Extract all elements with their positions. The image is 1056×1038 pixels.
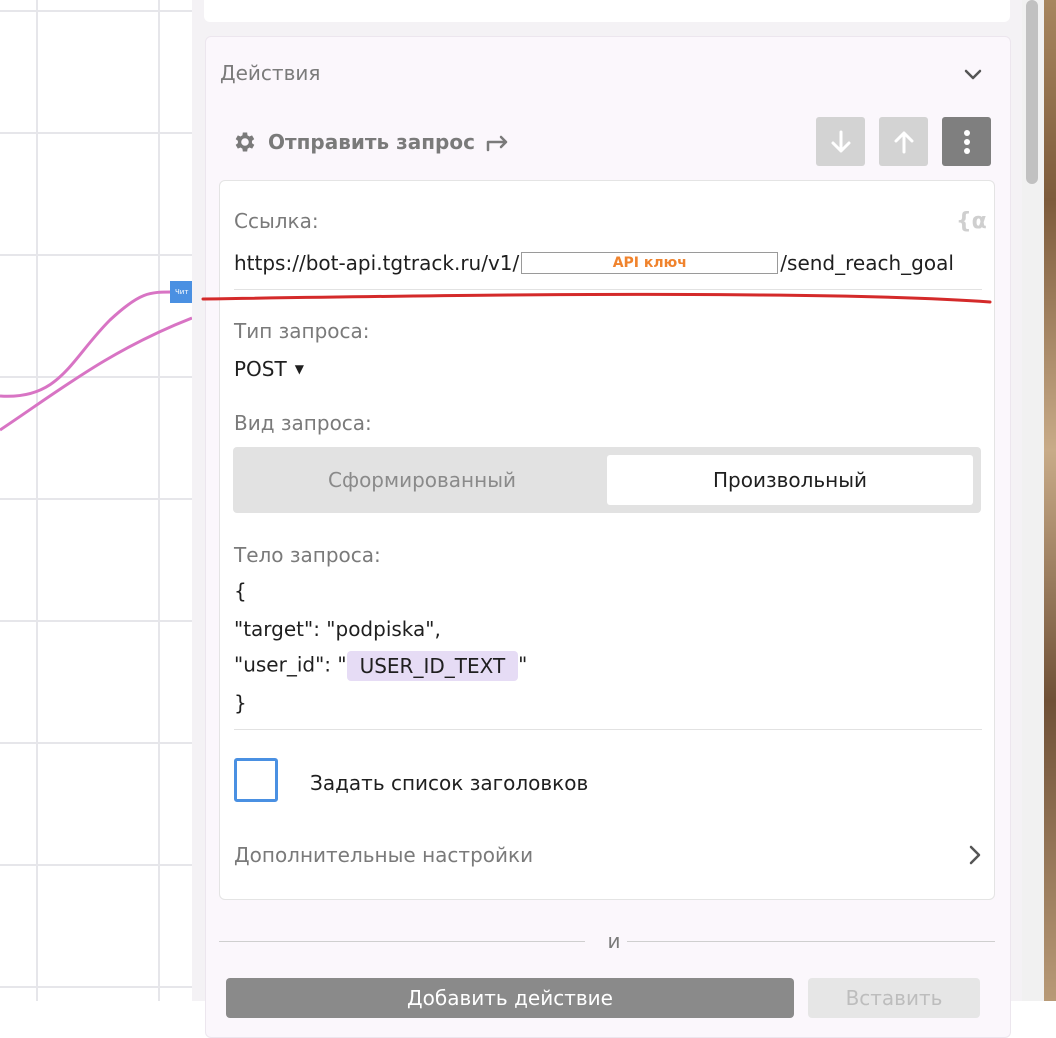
gear-icon[interactable] [232,129,258,155]
add-action-button[interactable]: Добавить действие [226,978,794,1018]
flow-node-chip[interactable]: Чит [170,281,192,303]
annotation-red-underline [201,292,992,304]
method-label: Тип запроса: [234,319,370,343]
more-settings-link[interactable]: Дополнительные настройки [234,843,533,867]
body-label: Тело запроса: [234,543,381,567]
action-name: Отправить запрос [268,130,475,154]
url-label: Ссылка: [234,209,319,233]
redirect-arrow-icon [486,135,508,152]
user-id-key: "user_id": " [234,652,347,677]
paste-button[interactable]: Вставить [808,978,980,1018]
body-line-open: { [234,579,247,603]
url-divider [234,289,982,290]
scrollbar-thumb[interactable] [1026,0,1038,184]
method-select[interactable]: POST ▼ [234,357,304,381]
body-line-user-id: "user_id": " USER_ID_TEXT " [234,651,527,681]
body-line-close: } [234,691,247,715]
more-options-button[interactable] [942,117,991,166]
kebab-menu-icon [963,129,970,154]
request-settings-card: Ссылка: {α https://bot-api.tgtrack.ru/v1… [201,180,995,900]
url-suffix: /send_reach_goal [780,251,954,275]
separator-text: и [607,929,621,953]
move-up-button[interactable] [879,117,928,166]
actions-section: Действия Отправить запрос Ссылка: {α htt… [201,36,1011,1038]
action-header: Отправить запрос [232,127,511,157]
request-kind-toggle: Сформированный Произвольный [233,447,981,513]
separator-line-left [219,941,585,942]
arrow-down-icon [831,130,850,152]
panel-scrollbar[interactable] [1022,0,1044,1001]
arrow-up-icon [894,131,913,153]
separator-line-right [627,941,995,942]
url-input[interactable]: https://bot-api.tgtrack.ru/v1/ API ключ … [234,251,954,275]
caret-down-icon: ▼ [294,362,304,376]
chevron-right-icon[interactable] [964,843,986,867]
kind-label: Вид запроса: [234,411,372,435]
side-panel: Действия Отправить запрос Ссылка: {α htt… [192,0,1022,1038]
method-value: POST [234,357,287,381]
flow-canvas[interactable]: Чит [0,0,192,1001]
body-line-target: "target": "podpiska", [234,617,441,641]
background-strip [1044,0,1056,1001]
user-id-close-quote: " [518,652,528,677]
and-separator: и [219,927,995,957]
url-prefix: https://bot-api.tgtrack.ru/v1/ [234,251,520,275]
actions-title: Действия [220,61,321,85]
api-key-placeholder: API ключ [521,252,779,274]
connection-line-1 [0,290,173,398]
kind-option-custom[interactable]: Произвольный [607,455,973,505]
insert-variable-icon[interactable]: {α [956,209,987,234]
kind-option-formed[interactable]: Сформированный [241,455,603,505]
headers-checkbox[interactable] [234,758,278,802]
connection-lines [0,290,192,432]
variable-chip[interactable]: USER_ID_TEXT [346,651,519,681]
body-divider [234,729,982,730]
headers-checkbox-label: Задать список заголовков [310,771,589,795]
chevron-down-icon[interactable] [962,63,984,85]
previous-section-card [204,0,1010,22]
move-down-button[interactable] [816,117,865,166]
